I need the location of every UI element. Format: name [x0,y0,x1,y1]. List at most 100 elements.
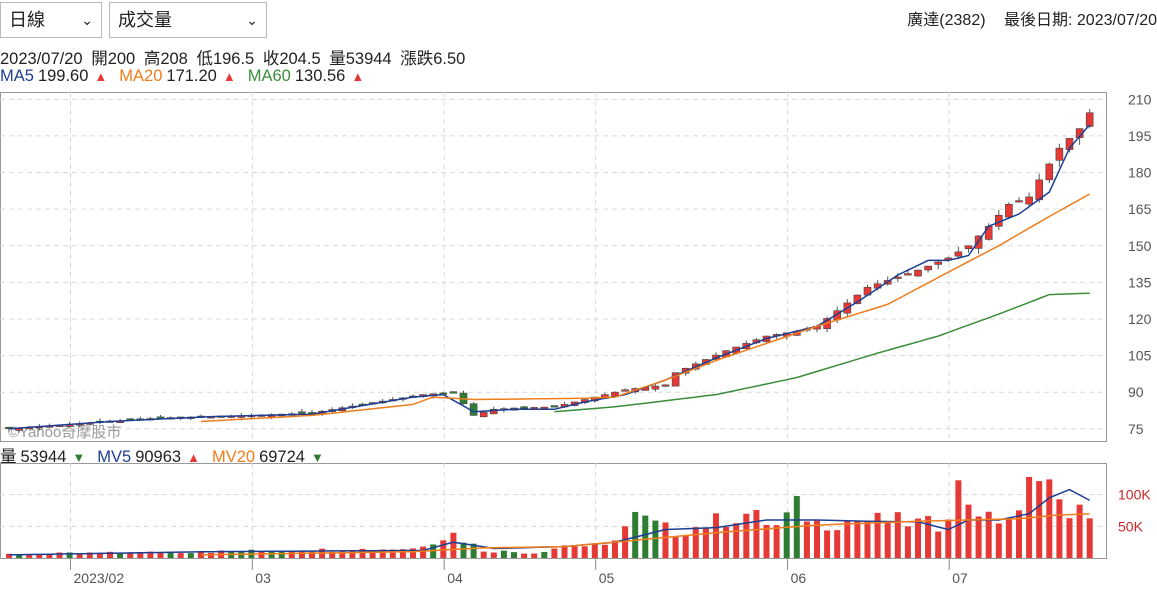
candle-body [934,261,943,265]
candle-body [651,385,660,390]
x-tick-label: 05 [599,570,615,586]
x-tick-label: 06 [791,570,807,586]
candle-body [914,269,922,277]
volume-bar [692,527,699,558]
y-tick-label: 105 [1128,348,1152,364]
volume-bar [824,530,831,558]
price-plot-frame [0,92,1107,442]
volume-bar [1005,519,1012,558]
candle-body [984,225,993,240]
volume-bar [1046,479,1053,558]
volume-bar [894,512,901,558]
volume-bar [541,551,548,558]
volume-bar [571,546,578,558]
volume-bar [622,526,629,558]
candle-body [904,273,912,276]
volume-bar [844,520,851,558]
candle-body [1055,147,1064,161]
volume-bar [834,530,841,558]
volume-bar [763,524,770,558]
volume-bar [965,504,972,558]
volume-bar [975,516,982,558]
volume-bar [783,512,790,558]
volume-tick-label: 100K [1118,487,1151,503]
watermark: ©Yahoo奇摩股市 [8,423,121,441]
volume-bar [632,511,639,558]
volume-bar [672,537,679,558]
volume-bar [743,513,750,558]
volume-bar [490,552,497,558]
candle-body [540,406,549,409]
volume-bar [127,553,134,558]
volume-bar [753,510,760,558]
candle-body [298,411,306,414]
volume-bar [187,553,194,558]
volume-bar [500,550,507,558]
y-tick-label: 165 [1128,201,1152,217]
volume-bar [420,546,427,558]
volume-bar [1036,481,1043,558]
volume-bar [915,518,921,558]
volume-bar [511,552,517,558]
y-tick-label: 135 [1128,274,1152,290]
volume-bar [925,516,932,558]
x-tick-label: 07 [952,570,968,586]
candle-body [449,391,458,394]
volume-bar [864,520,871,558]
candle-body [924,265,932,271]
candle-body [964,245,973,250]
volume-bar [1016,510,1022,558]
volume-bar [157,552,164,558]
y-tick-label: 90 [1128,384,1144,400]
candle-body [1085,112,1094,127]
volume-bar [1066,518,1073,558]
volume-bar [601,544,608,558]
volume-bar [904,526,911,558]
candle-body [661,384,670,387]
volume-bar [682,536,689,558]
candle-body [1005,203,1013,218]
volume-bar [874,512,881,558]
volume-bar [662,522,669,558]
volume-bar [531,553,538,558]
candle-body [520,406,528,409]
x-tick-label: 04 [447,570,463,586]
volume-bar [814,520,820,558]
y-tick-label: 150 [1128,238,1152,254]
candle-body [621,389,629,392]
x-tick-label: 03 [255,570,271,586]
volume-bar [995,523,1002,558]
volume-bar [480,551,487,558]
y-tick-label: 120 [1128,311,1152,327]
volume-bar [935,531,942,558]
volume-bar [713,513,719,558]
candle-body [550,405,559,408]
volume-bar [1086,518,1093,558]
volume-bar [581,546,588,558]
volume-bar [1076,504,1083,558]
volume-bar [278,551,285,558]
volume-bar [854,520,861,558]
volume-bar [985,511,992,558]
y-tick-label: 75 [1128,421,1144,437]
volume-bar [450,532,457,558]
y-tick-label: 195 [1128,128,1152,144]
volume-bar [591,543,598,558]
y-tick-label: 180 [1128,165,1152,181]
volume-bar [884,522,891,558]
y-tick-label: 210 [1128,91,1152,107]
volume-bar [955,480,962,558]
candle-body [479,412,488,418]
volume-bar [268,551,275,558]
volume-bar [1056,499,1063,558]
candle-body [1015,200,1023,203]
volume-bar [551,548,558,558]
volume-bar [521,553,528,558]
volume-bar [803,521,810,558]
candle-body [1025,196,1033,205]
volume-bar [733,523,740,558]
volume-bar [945,519,952,558]
stock-chart: 75 90 105 120 135 150 165 180 195 210 50K 100K 2023/… [0,91,1152,586]
candle-body [1045,163,1054,181]
volume-bar [288,551,295,558]
